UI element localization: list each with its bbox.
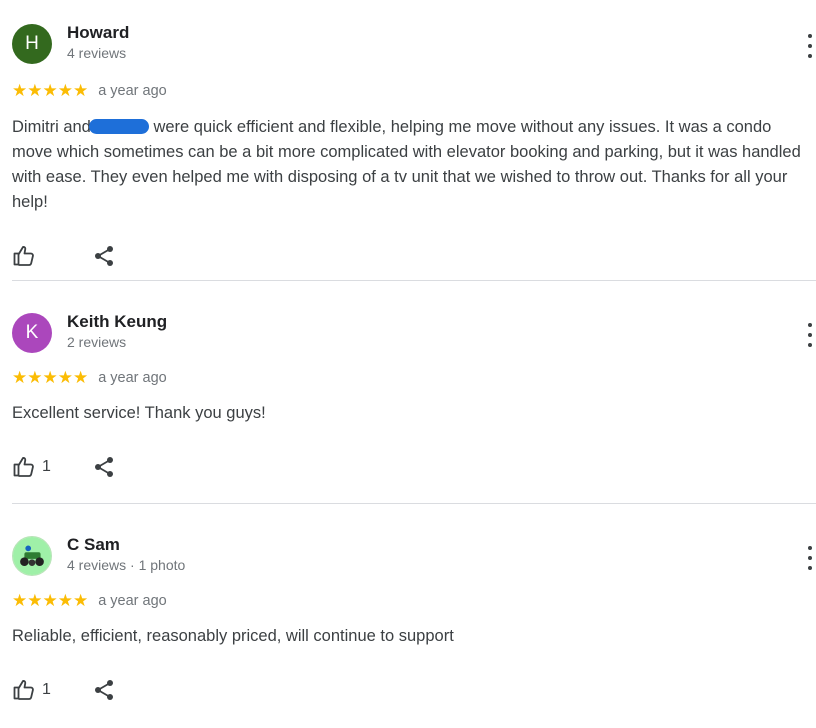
review-header: K Keith Keung 2 reviews [12,309,816,369]
more-vert-dot [808,333,812,337]
reviews-list: H Howard 4 reviews ★★★★★ a year ago Dimi… [0,0,816,705]
rating-row: ★★★★★ a year ago [12,80,816,102]
atv-photo-avatar [13,537,51,575]
avatar[interactable]: H [12,24,52,64]
review-text: Dimitri and were quick efficient and fle… [12,115,816,215]
more-vert-dot [808,343,812,347]
more-vert-dot [808,556,812,560]
review-actions: 1 [12,675,816,705]
author-meta[interactable]: 4 reviews · 1 photo [67,556,185,574]
star-rating: ★★★★★ [12,591,89,611]
author-block: Keith Keung 2 reviews [67,311,167,351]
like-count: 1 [42,458,51,475]
share-button[interactable] [92,455,116,479]
review-date: a year ago [98,370,167,386]
review-card: K Keith Keung 2 reviews ★★★★★ a year ago… [0,281,816,477]
thumb-up-icon [13,457,34,477]
like-button[interactable]: 1 [12,678,51,702]
like-count: 1 [42,681,51,698]
more-vert-icon [808,546,812,550]
more-vert-dot [808,54,812,58]
review-actions: 1 [12,452,816,482]
author-name[interactable]: Howard [67,22,129,44]
review-header: H Howard 4 reviews [12,20,816,80]
author-name[interactable]: C Sam [67,534,185,556]
author-block: Howard 4 reviews [67,22,129,62]
author-block: C Sam 4 reviews · 1 photo [67,534,185,574]
share-button[interactable] [92,678,116,702]
review-header: C Sam 4 reviews · 1 photo [12,532,816,592]
author-meta[interactable]: 2 reviews [67,333,167,351]
like-button[interactable]: 1 [12,455,51,479]
review-actions [12,241,816,271]
more-options-button[interactable] [806,546,814,570]
review-text: Reliable, efficient, reasonably priced, … [12,627,454,645]
more-vert-dot [808,566,812,570]
star-rating: ★★★★★ [12,81,89,101]
review-text: Excellent service! Thank you guys! [12,404,266,422]
more-options-button[interactable] [806,34,814,58]
share-icon [95,457,113,477]
more-vert-icon [808,323,812,327]
more-options-button[interactable] [806,323,814,347]
thumb-up-icon [13,680,34,700]
share-icon [95,680,113,700]
avatar-letter: K [25,322,39,343]
share-button[interactable] [92,244,116,268]
rating-row: ★★★★★ a year ago [12,367,816,389]
star-rating: ★★★★★ [12,368,89,388]
review-text-start: Dimitri and [12,118,91,136]
like-button[interactable] [12,244,42,268]
review-date: a year ago [98,83,167,99]
avatar[interactable]: K [12,313,52,353]
share-icon [95,246,113,266]
avatar-letter: H [25,33,39,54]
author-meta[interactable]: 4 reviews [67,44,129,62]
rating-row: ★★★★★ a year ago [12,590,816,612]
avatar[interactable] [12,536,52,576]
thumb-up-icon [13,246,34,266]
review-card: H Howard 4 reviews ★★★★★ a year ago Dimi… [0,0,816,266]
redaction-mark [88,119,149,134]
review-date: a year ago [98,593,167,609]
review-card: C Sam 4 reviews · 1 photo ★★★★★ a year a… [0,504,816,705]
author-name[interactable]: Keith Keung [67,311,167,333]
more-vert-icon [808,34,812,38]
more-vert-dot [808,44,812,48]
